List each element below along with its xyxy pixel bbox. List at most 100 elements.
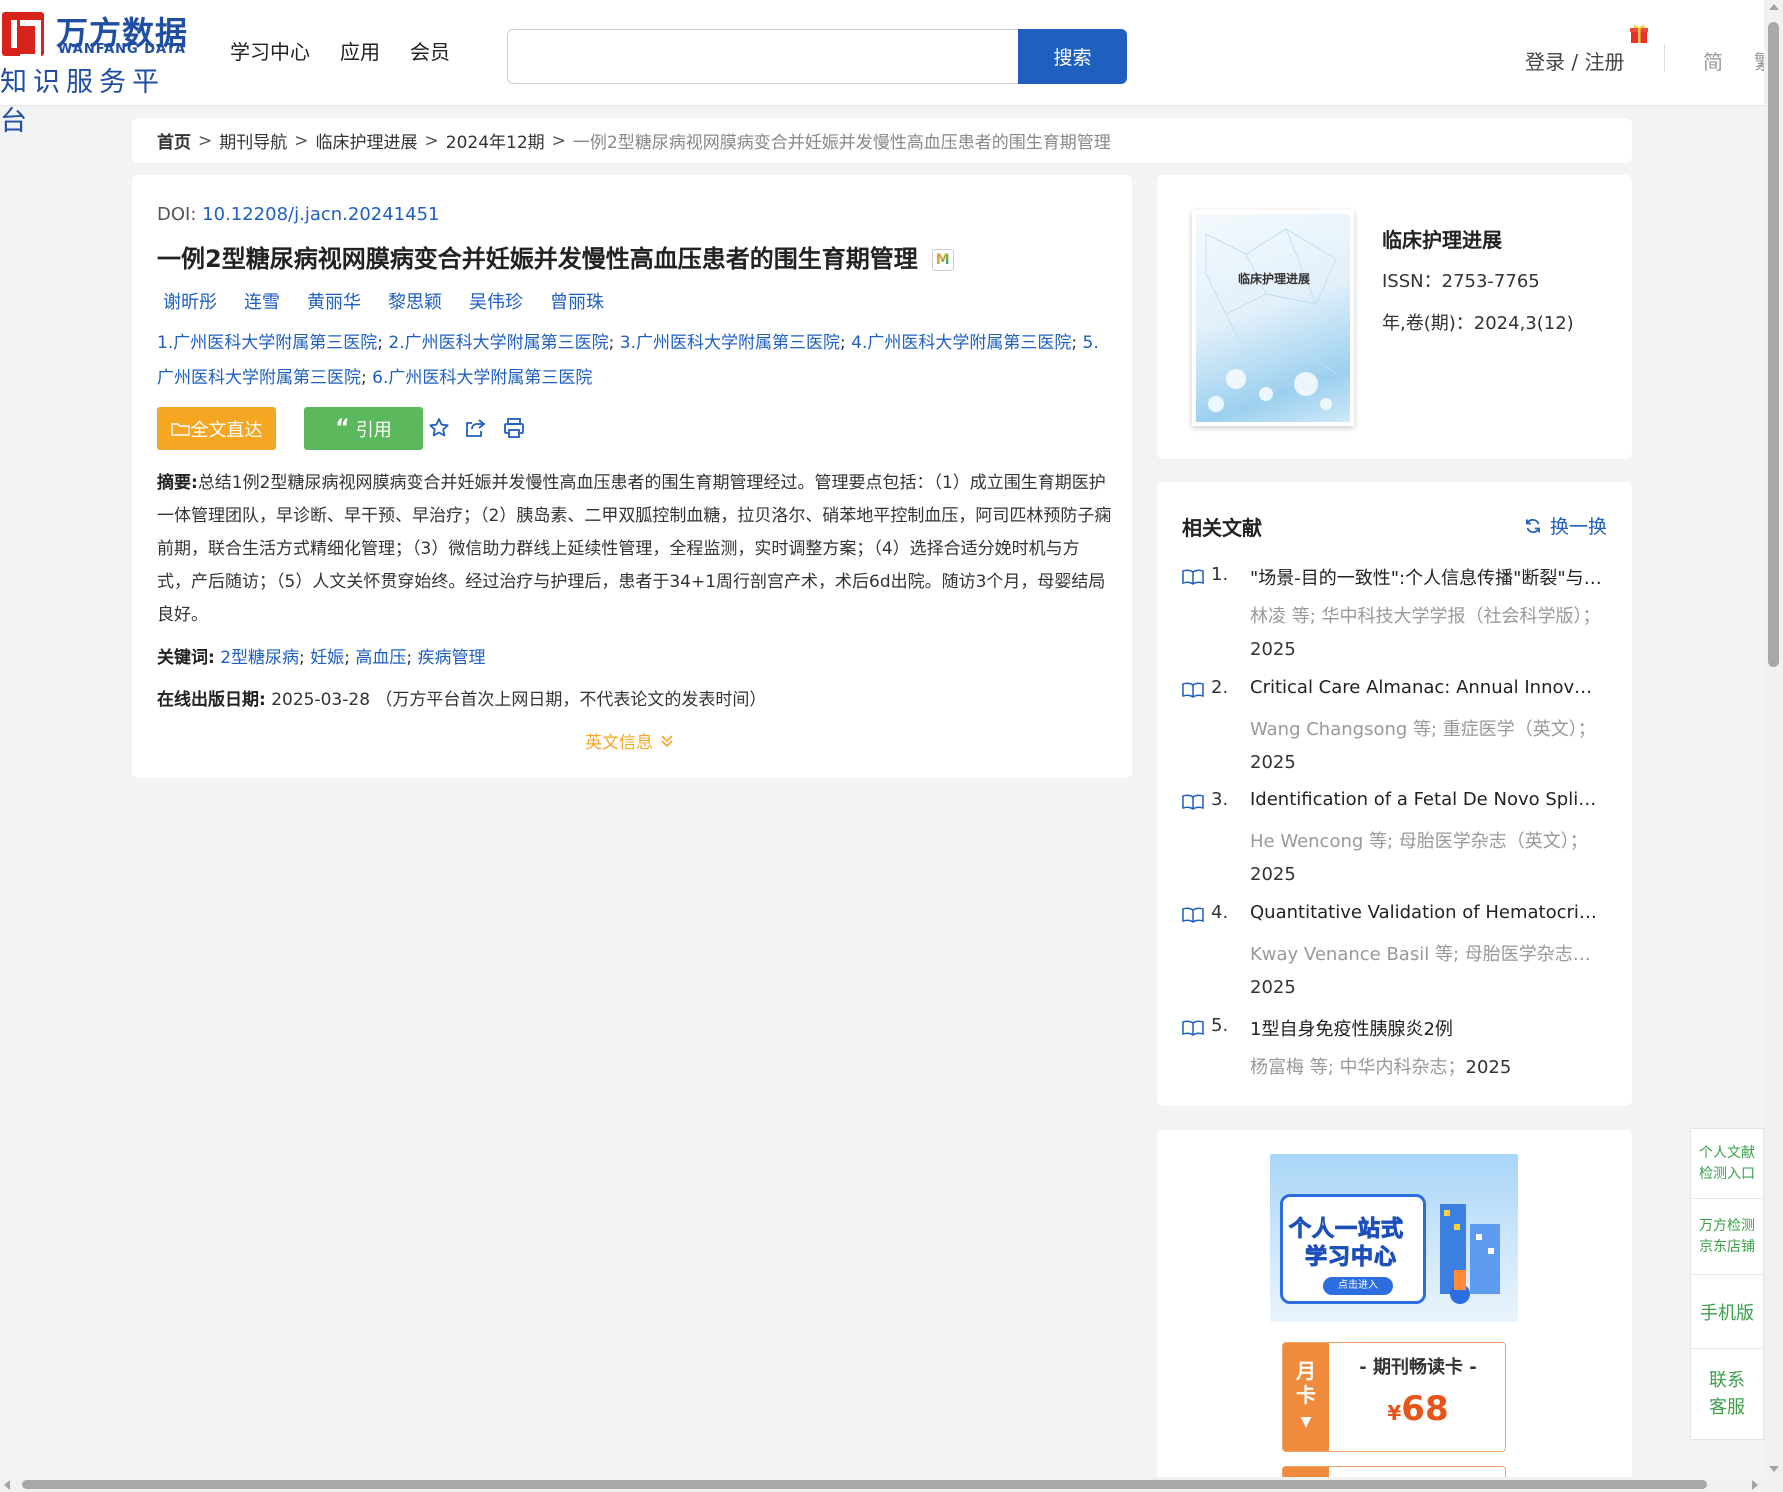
scroll-down-arrow-icon[interactable] (1769, 1466, 1779, 1472)
breadcrumb-separator: > (294, 130, 309, 151)
search-input[interactable] (507, 29, 1019, 84)
gift-icon[interactable] (1628, 22, 1650, 44)
pubdate-note: （万方平台首次上网日期，不代表论文的发表时间） (375, 690, 767, 710)
author-link[interactable]: 连雪 (244, 288, 280, 314)
breadcrumb-home[interactable]: 首页 (157, 128, 191, 153)
journal-card: 临床护理进展 临床护理进展 ISSN：2753-7765 年,卷(期)：2024… (1157, 175, 1632, 459)
personal-check-entry[interactable]: 个人文献检测入口 (1691, 1129, 1763, 1199)
currency-symbol: ¥ (1387, 1401, 1402, 1425)
journal-volume: 年,卷(期)：2024,3(12) (1382, 313, 1574, 334)
journal-issn: ISSN：2753-7765 (1382, 271, 1540, 292)
article-card: DOI: 10.12208/j.jacn.20241451 一例2型糖尿病视网膜… (132, 175, 1132, 778)
related-num: 2. (1211, 677, 1229, 698)
keyword-link[interactable]: 高血压 (355, 648, 406, 668)
english-info-toggle[interactable]: 英文信息 (585, 728, 675, 753)
affiliation-link[interactable]: 2.广州医科大学附属第三医院 (388, 333, 608, 353)
lang-traditional[interactable]: 繁 (1754, 46, 1764, 75)
keywords: 关键词: 2型糖尿病; 妊娠; 高血压; 疾病管理 (157, 648, 486, 668)
search-button[interactable]: 搜索 (1018, 29, 1127, 84)
author-link[interactable]: 吴伟珍 (469, 288, 523, 314)
breadcrumb-issue[interactable]: 2024年12期 (446, 128, 545, 153)
vertical-scrollbar[interactable] (1764, 0, 1783, 1477)
contact-support-link[interactable]: 联系客服 (1691, 1349, 1763, 1439)
monthly-card-side: 月卡 (1296, 1359, 1316, 1407)
related-meta: Kway Venance Basil 等; 母胎医学杂志（英文）； (1250, 944, 1602, 965)
affiliation-link[interactable]: 6.广州医科大学附属第三医院 (372, 368, 592, 388)
refresh-icon (1526, 518, 1540, 533)
fulltext-button[interactable]: 全文直达 (157, 407, 276, 450)
related-link[interactable]: Quantitative Validation of Hematocrit Pe… (1250, 902, 1602, 923)
book-icon (1182, 1020, 1204, 1036)
horizontal-scrollbar[interactable] (0, 1477, 1783, 1492)
keyword-link[interactable]: 2型糖尿病 (220, 648, 299, 668)
breadcrumb-current: 一例2型糖尿病视网膜病变合并妊娠并发慢性高血压患者的围生育期管理 (572, 133, 1111, 153)
quote-icon: “ (335, 416, 350, 441)
star-icon[interactable] (427, 416, 451, 440)
learning-center-banner[interactable]: 个人一站式 学习中心 点击进入 (1270, 1154, 1518, 1322)
related-link[interactable]: Critical Care Almanac: Annual Innovation… (1250, 677, 1602, 698)
scroll-right-arrow-icon[interactable] (1752, 1480, 1758, 1490)
login-register-link[interactable]: 登录 / 注册 (1525, 46, 1624, 75)
related-link[interactable]: 1型自身免疫性胰腺炎2例 (1250, 1015, 1602, 1041)
lang-simplified[interactable]: 简 (1703, 46, 1723, 75)
nav-learning-center[interactable]: 学习中心 (230, 36, 310, 65)
related-literature-card: 相关文献 换一换 1. "场景-目的一致性":个人信息传播"断裂"与"接续"的逻… (1157, 482, 1632, 1106)
mobile-version-link[interactable]: 手机版 (1691, 1275, 1763, 1349)
nav-membership[interactable]: 会员 (410, 36, 450, 65)
scroll-up-arrow-icon[interactable] (1769, 4, 1779, 10)
doi-label: DOI: (157, 204, 197, 225)
m-badge-icon[interactable]: M (931, 249, 954, 271)
breadcrumb-journal-nav[interactable]: 期刊导航 (219, 128, 287, 153)
abstract-label: 摘要: (157, 473, 198, 493)
scroll-left-arrow-icon[interactable] (4, 1480, 10, 1490)
article-title-row: 一例2型糖尿病视网膜病变合并妊娠并发慢性高血压患者的围生育期管理 M (157, 239, 954, 274)
contact-support-label: 联系客服 (1709, 1370, 1745, 1418)
book-icon (1182, 682, 1204, 698)
author-list: 谢昕彤 连雪 黄丽华 黎思颖 吴伟珍 曾丽珠 (163, 288, 604, 314)
keyword-link[interactable]: 疾病管理 (417, 648, 485, 668)
author-link[interactable]: 谢昕彤 (163, 288, 217, 314)
doi-line: DOI: 10.12208/j.jacn.20241451 (157, 204, 440, 225)
keyword-link[interactable]: 妊娠 (310, 648, 344, 668)
monthly-card[interactable]: 月卡 ▼ - 期刊畅读卡 - ¥68 (1282, 1342, 1506, 1452)
logo-mark-icon (2, 12, 44, 60)
related-year: 2025 (1250, 752, 1296, 773)
cover-network-graphic (1205, 228, 1337, 412)
print-icon[interactable] (502, 416, 526, 440)
related-link[interactable]: Identification of a Fetal De Novo Splice… (1250, 789, 1602, 810)
author-link[interactable]: 曾丽珠 (550, 288, 604, 314)
price-value: 68 (1401, 1389, 1449, 1429)
nav-apps[interactable]: 应用 (340, 36, 380, 65)
affiliation-link[interactable]: 1.广州医科大学附属第三医院 (157, 333, 377, 353)
journal-cover[interactable]: 临床护理进展 (1192, 210, 1354, 426)
wanfang-logo[interactable]: 万方数据 WANFANG DATA 知识服务平台 (0, 8, 192, 137)
related-num: 4. (1211, 902, 1229, 923)
journal-name[interactable]: 临床护理进展 (1382, 224, 1502, 253)
affiliation-link[interactable]: 4.广州医科大学附属第三医院 (851, 333, 1071, 353)
double-chevron-down-icon (661, 734, 673, 747)
refresh-button[interactable]: 换一换 (1524, 512, 1607, 539)
cover-title: 临床护理进展 (1238, 272, 1311, 286)
banner-panel: 个人一站式 学习中心 点击进入 (1280, 1194, 1426, 1304)
vertical-scroll-thumb[interactable] (1768, 22, 1779, 667)
related-link[interactable]: "场景-目的一致性":个人信息传播"断裂"与"接续"的逻辑 (1250, 564, 1602, 590)
monthly-card-tag: 月卡 ▼ (1283, 1343, 1329, 1451)
related-meta-text: 杨富梅 等; 中华内科杂志； (1250, 1057, 1466, 1078)
related-year: 2025 (1250, 977, 1296, 998)
doi-link[interactable]: 10.12208/j.jacn.20241451 (202, 204, 439, 225)
floating-sidebar: 个人文献检测入口 万方检测京东店铺 手机版 联系客服 (1690, 1128, 1764, 1440)
english-info-label: 英文信息 (585, 733, 653, 753)
book-icon (1182, 794, 1204, 810)
share-icon[interactable] (463, 416, 487, 440)
related-num: 5. (1211, 1015, 1229, 1036)
cite-button[interactable]: “ 引用 (304, 407, 423, 450)
jd-store-link[interactable]: 万方检测京东店铺 (1691, 1199, 1763, 1275)
affiliation-link[interactable]: 3.广州医科大学附属第三医院 (620, 333, 840, 353)
author-link[interactable]: 黄丽华 (307, 288, 361, 314)
related-meta: He Wencong 等; 母胎医学杂志（英文）； (1250, 831, 1588, 852)
author-link[interactable]: 黎思颖 (388, 288, 442, 314)
breadcrumb-journal[interactable]: 临床护理进展 (316, 128, 418, 153)
horizontal-scroll-thumb[interactable] (22, 1480, 1707, 1489)
pubdate: 在线出版日期: 2025-03-28 （万方平台首次上网日期，不代表论文的发表时… (157, 685, 766, 710)
breadcrumb: 首页 > 期刊导航 > 临床护理进展 > 2024年12期 > 一例2型糖尿病视… (132, 118, 1632, 163)
